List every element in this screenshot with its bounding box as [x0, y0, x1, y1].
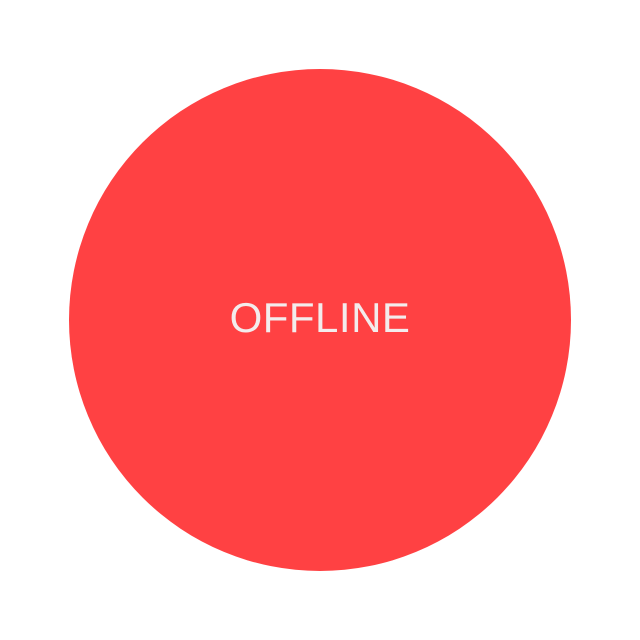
status-screen: OFFLINE — [0, 0, 640, 640]
status-label: OFFLINE — [229, 294, 411, 341]
offline-status-indicator: OFFLINE — [69, 69, 571, 571]
